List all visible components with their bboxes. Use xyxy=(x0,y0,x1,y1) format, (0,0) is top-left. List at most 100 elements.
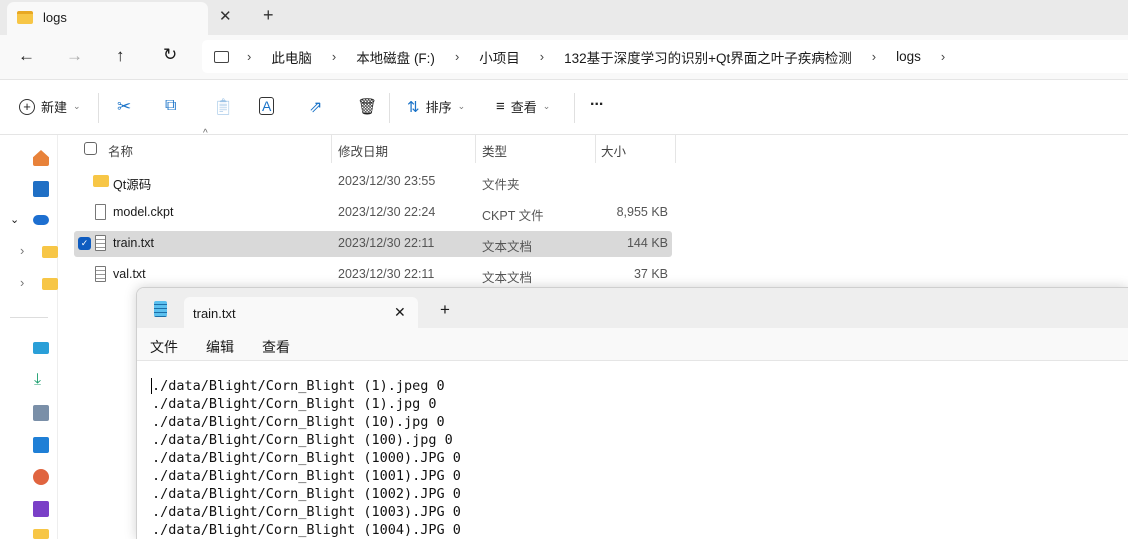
notepad-menu-bar: 文件 编辑 查看 xyxy=(137,328,1128,361)
file-size: 8,955 KB xyxy=(616,205,668,219)
new-tab-icon[interactable]: + xyxy=(440,300,450,320)
forward-icon[interactable]: → xyxy=(66,46,83,66)
pictures-icon[interactable] xyxy=(33,437,49,453)
new-tab-icon[interactable]: + xyxy=(263,5,274,26)
file-name: Qt源码 xyxy=(113,178,152,192)
new-button[interactable]: + 新建 ⌄ xyxy=(19,97,81,116)
close-tab-icon[interactable]: ✕ xyxy=(219,7,232,25)
chevron-right-icon[interactable]: › xyxy=(20,275,24,290)
breadcrumb-item[interactable]: 此电脑 xyxy=(261,47,322,67)
text-line: ./data/Blight/Corn_Blight (1004).JPG 0 xyxy=(152,522,461,538)
tab-title: logs xyxy=(43,10,67,25)
chevron-right-icon[interactable]: › xyxy=(20,243,24,258)
downloads-icon[interactable]: ⤓ xyxy=(34,371,41,389)
folder-icon[interactable] xyxy=(33,529,49,539)
desktop-icon[interactable] xyxy=(33,342,49,354)
paste-icon[interactable]: 📋︎ xyxy=(213,97,233,117)
explorer-tab[interactable]: logs ✕ xyxy=(7,2,232,36)
select-all-checkbox[interactable] xyxy=(84,142,97,155)
chevron-right-icon[interactable]: › xyxy=(445,49,469,64)
file-date: 2023/12/30 22:24 xyxy=(338,205,436,219)
music-icon[interactable] xyxy=(33,469,49,485)
file-type: 文本文档 xyxy=(482,240,533,254)
column-header-type[interactable]: 类型 xyxy=(482,141,507,160)
notepad-tab[interactable]: train.txt ✕ xyxy=(184,297,418,328)
chevron-down-icon[interactable]: ⌄ xyxy=(10,213,19,226)
documents-icon[interactable] xyxy=(33,405,49,421)
chevron-right-icon[interactable]: › xyxy=(862,49,886,64)
file-name: val.txt xyxy=(113,267,146,281)
explorer-tab-bar: logs ✕ + xyxy=(0,0,1128,36)
notepad-window: train.txt ✕ + 文件 编辑 查看 ./data/Blight/Cor… xyxy=(136,287,1128,539)
sort-label: 排序 xyxy=(425,100,452,115)
folder-icon[interactable] xyxy=(42,278,58,290)
file-icon xyxy=(95,204,106,220)
notepad-tab-bar: train.txt ✕ + xyxy=(137,288,1128,328)
text-line: ./data/Blight/Corn_Blight (1000).JPG 0 xyxy=(152,450,461,466)
text-editor[interactable]: ./data/Blight/Corn_Blight (1).jpeg 0 ./d… xyxy=(152,377,461,539)
list-icon: ≡ xyxy=(496,98,505,115)
command-bar: + 新建 ⌄ ✂ ⧉ 📋︎ A ⇗ 🗑︎ ⇅ 排序 ⌄ ≡ 查看 ⌄ ... xyxy=(0,80,1128,135)
file-size: 37 KB xyxy=(633,267,668,281)
rename-icon[interactable]: A xyxy=(259,97,275,115)
file-row[interactable]: val.txt 2023/12/30 22:11 文本文档 37 KB xyxy=(74,262,672,288)
delete-icon[interactable]: 🗑︎ xyxy=(357,97,377,117)
videos-icon[interactable] xyxy=(33,501,49,517)
up-icon[interactable]: ↑ xyxy=(116,46,125,66)
file-type: 文件夹 xyxy=(482,178,520,192)
folder-icon[interactable] xyxy=(42,246,58,258)
breadcrumb-item[interactable]: logs xyxy=(886,49,931,64)
chevron-right-icon[interactable]: › xyxy=(931,49,955,64)
file-size: 144 KB xyxy=(626,236,668,250)
file-row[interactable]: model.ckpt 2023/12/30 22:24 CKPT 文件 8,95… xyxy=(74,200,672,226)
refresh-icon[interactable]: ↻ xyxy=(163,45,177,65)
close-tab-icon[interactable]: ✕ xyxy=(394,304,406,321)
navigation-pane: ⌄ › › ⤓ xyxy=(0,135,58,539)
gallery-icon[interactable] xyxy=(33,181,49,197)
sort-button[interactable]: ⇅ 排序 ⌄ xyxy=(407,97,465,116)
text-line: ./data/Blight/Corn_Blight (10).jpg 0 xyxy=(152,414,445,430)
cut-icon[interactable]: ✂ xyxy=(117,97,131,117)
column-header-date[interactable]: 修改日期 xyxy=(338,141,388,160)
file-row[interactable]: Qt源码 2023/12/30 23:55 文件夹 xyxy=(74,169,672,195)
copy-icon[interactable]: ⧉ xyxy=(165,97,176,115)
chevron-right-icon[interactable]: › xyxy=(322,49,346,64)
breadcrumb-item[interactable]: 本地磁盘 (F:) xyxy=(346,47,445,67)
text-line: ./data/Blight/Corn_Blight (1).jpeg 0 xyxy=(152,378,445,394)
folder-icon xyxy=(93,175,109,187)
view-button[interactable]: ≡ 查看 ⌄ xyxy=(496,97,550,116)
menu-view[interactable]: 查看 xyxy=(262,337,290,357)
column-header-size[interactable]: 大小 xyxy=(601,141,626,160)
file-row-selected[interactable]: ✓ train.txt 2023/12/30 22:11 文本文档 144 KB xyxy=(74,231,672,257)
back-icon[interactable]: ← xyxy=(18,46,35,66)
notepad-tab-title: train.txt xyxy=(193,306,236,321)
menu-file[interactable]: 文件 xyxy=(150,337,178,357)
address-row: ← → ↑ ↻ › 此电脑 › 本地磁盘 (F:) › 小项目 › 132基于深… xyxy=(0,35,1128,80)
onedrive-icon[interactable] xyxy=(33,215,49,225)
text-line: ./data/Blight/Corn_Blight (1).jpg 0 xyxy=(152,396,437,412)
sort-icon: ⇅ xyxy=(407,98,420,116)
file-date: 2023/12/30 22:11 xyxy=(338,236,435,250)
breadcrumb[interactable]: › 此电脑 › 本地磁盘 (F:) › 小项目 › 132基于深度学习的识别+Q… xyxy=(202,40,1128,73)
file-name: model.ckpt xyxy=(113,205,174,219)
sort-ascending-indicator: ^ xyxy=(203,128,208,139)
column-header-name[interactable]: 名称 xyxy=(108,141,133,160)
view-label: 查看 xyxy=(510,100,537,115)
text-file-icon xyxy=(95,266,106,282)
chevron-right-icon[interactable]: › xyxy=(530,49,554,64)
chevron-right-icon[interactable]: › xyxy=(237,49,261,64)
text-line: ./data/Blight/Corn_Blight (1002).JPG 0 xyxy=(152,486,461,502)
home-icon[interactable] xyxy=(33,150,49,166)
menu-edit[interactable]: 编辑 xyxy=(206,337,234,357)
breadcrumb-item[interactable]: 132基于深度学习的识别+Qt界面之叶子疾病检测 xyxy=(554,47,862,67)
more-options-button[interactable]: ... xyxy=(590,92,603,110)
checkbox-checked-icon[interactable]: ✓ xyxy=(78,237,91,250)
file-name: train.txt xyxy=(113,236,154,250)
share-icon[interactable]: ⇗ xyxy=(309,97,322,117)
text-line: ./data/Blight/Corn_Blight (100).jpg 0 xyxy=(152,432,453,448)
text-line: ./data/Blight/Corn_Blight (1003).JPG 0 xyxy=(152,504,461,520)
folder-icon xyxy=(17,11,33,24)
computer-icon xyxy=(214,50,229,63)
text-line: ./data/Blight/Corn_Blight (1001).JPG 0 xyxy=(152,468,461,484)
breadcrumb-item[interactable]: 小项目 xyxy=(469,47,530,67)
